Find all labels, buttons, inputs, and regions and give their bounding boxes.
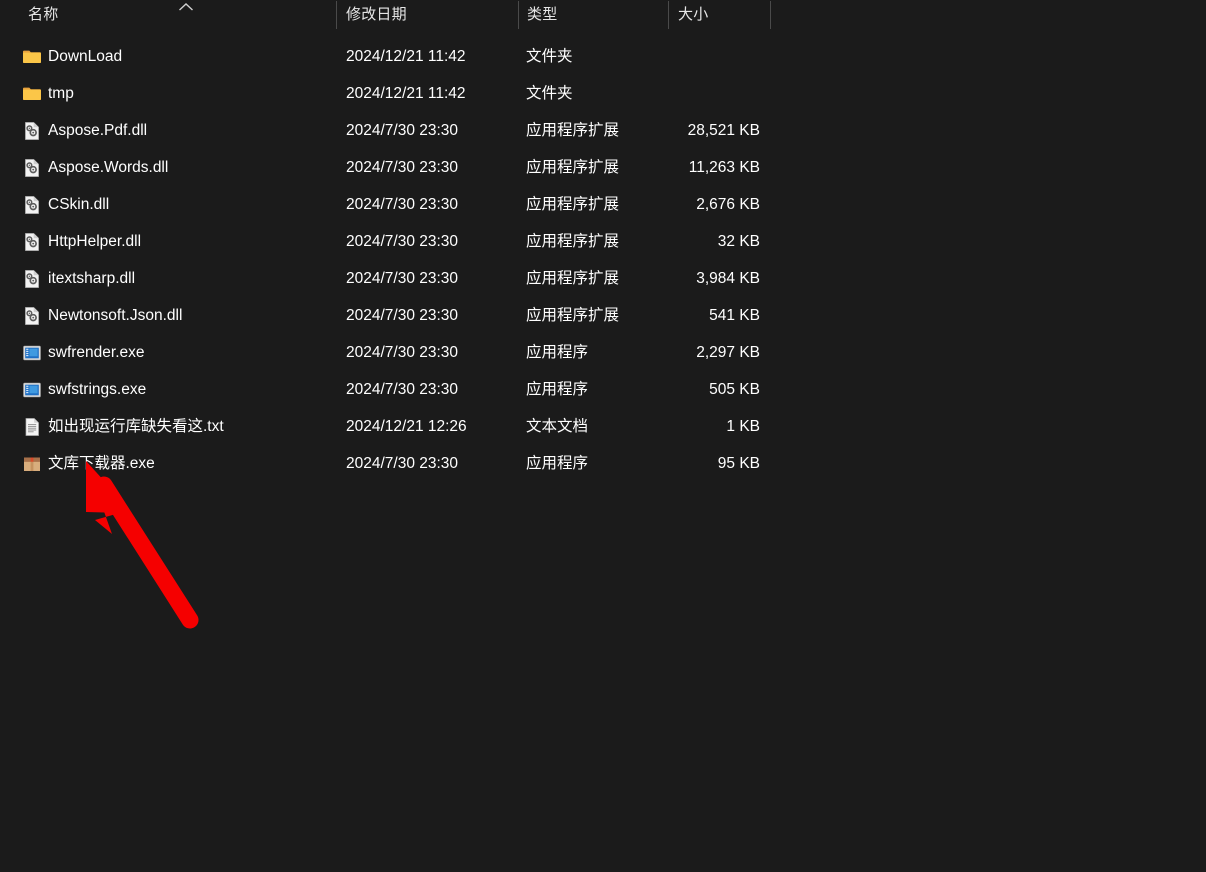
file-list: DownLoad 2024/12/21 11:42 文件夹 tmp 2024/12/2… xyxy=(0,38,1206,482)
file-type: 应用程序 xyxy=(526,455,589,472)
file-size xyxy=(600,75,760,112)
dll-file-icon xyxy=(22,232,42,252)
exe-app-icon xyxy=(22,380,42,400)
file-type: 应用程序 xyxy=(526,381,589,398)
file-date: 2024/7/30 23:30 xyxy=(346,196,459,213)
file-row[interactable]: itextsharp.dll 2024/7/30 23:30 应用程序扩展 3,984… xyxy=(0,260,1206,297)
file-name: CSkin.dll xyxy=(48,196,110,213)
file-row[interactable]: Newtonsoft.Json.dll 2024/7/30 23:30 应用程序扩展… xyxy=(0,297,1206,334)
exe-app-icon xyxy=(22,343,42,363)
file-row[interactable]: HttpHelper.dll 2024/7/30 23:30 应用程序扩展 32 KB xyxy=(0,223,1206,260)
file-date: 2024/7/30 23:30 xyxy=(346,307,459,324)
file-size: 541 KB xyxy=(709,307,760,324)
file-size: 3,984 KB xyxy=(696,270,760,287)
dll-file-icon xyxy=(22,121,42,141)
file-size: 2,297 KB xyxy=(696,344,760,361)
column-divider-3[interactable] xyxy=(668,1,669,29)
column-header-name[interactable]: 名称 xyxy=(28,0,58,30)
folder-icon xyxy=(22,47,42,67)
file-size: 32 KB xyxy=(717,233,760,250)
file-row[interactable]: tmp 2024/12/21 11:42 文件夹 xyxy=(0,75,1206,112)
file-size: 95 KB xyxy=(717,455,760,472)
file-name: 文库下载器.exe xyxy=(48,455,155,472)
column-header-type[interactable]: 类型 xyxy=(527,0,557,30)
file-name: Newtonsoft.Json.dll xyxy=(48,307,183,324)
file-explorer-window: 名称 修改日期 类型 大小 DownLoad 2024/12/21 11:42 文件… xyxy=(0,0,1206,872)
file-date: 2024/7/30 23:30 xyxy=(346,270,459,287)
file-name: 如出现运行库缺失看这.txt xyxy=(48,418,224,435)
file-size: 1 KB xyxy=(726,418,760,435)
file-row[interactable]: DownLoad 2024/12/21 11:42 文件夹 xyxy=(0,38,1206,75)
file-date: 2024/7/30 23:30 xyxy=(346,455,459,472)
dll-file-icon xyxy=(22,269,42,289)
file-size xyxy=(600,38,760,75)
file-name: HttpHelper.dll xyxy=(48,233,142,250)
file-row[interactable]: swfstrings.exe 2024/7/30 23:30 应用程序 505 KB xyxy=(0,371,1206,408)
file-name: swfstrings.exe xyxy=(48,381,147,398)
file-date: 2024/7/30 23:30 xyxy=(346,122,459,139)
file-row[interactable]: 文库下载器.exe 2024/7/30 23:30 应用程序 95 KB xyxy=(0,445,1206,482)
file-size: 11,263 KB xyxy=(688,159,760,176)
file-row[interactable]: 如出现运行库缺失看这.txt 2024/12/21 12:26 文本文档 1 KB xyxy=(0,408,1206,445)
file-date: 2024/12/21 11:42 xyxy=(346,48,466,65)
dll-file-icon xyxy=(22,195,42,215)
file-date: 2024/12/21 11:42 xyxy=(346,85,466,102)
ascending-chevron-icon xyxy=(178,2,194,12)
file-type: 文本文档 xyxy=(526,418,589,435)
text-file-icon xyxy=(22,417,42,437)
dll-file-icon xyxy=(22,306,42,326)
dll-file-icon xyxy=(22,158,42,178)
file-name: Aspose.Pdf.dll xyxy=(48,122,148,139)
file-name: Aspose.Words.dll xyxy=(48,159,169,176)
file-size: 505 KB xyxy=(709,381,760,398)
column-divider-2[interactable] xyxy=(518,1,519,29)
column-divider-1[interactable] xyxy=(336,1,337,29)
file-name: tmp xyxy=(48,85,74,102)
file-row[interactable]: CSkin.dll 2024/7/30 23:30 应用程序扩展 2,676 KB xyxy=(0,186,1206,223)
file-type: 应用程序 xyxy=(526,344,589,361)
file-type: 文件夹 xyxy=(526,48,573,65)
column-header-row: 名称 修改日期 类型 大小 xyxy=(0,0,1206,30)
file-date: 2024/7/30 23:30 xyxy=(346,159,459,176)
file-name: swfrender.exe xyxy=(48,344,145,361)
folder-icon xyxy=(22,84,42,104)
file-size: 28,521 KB xyxy=(687,122,760,139)
file-date: 2024/7/30 23:30 xyxy=(346,233,459,250)
column-header-size[interactable]: 大小 xyxy=(678,0,708,30)
package-app-icon xyxy=(22,454,42,474)
column-divider-4[interactable] xyxy=(770,1,771,29)
column-header-date[interactable]: 修改日期 xyxy=(346,0,407,30)
file-row[interactable]: Aspose.Pdf.dll 2024/7/30 23:30 应用程序扩展 28,52… xyxy=(0,112,1206,149)
file-date: 2024/7/30 23:30 xyxy=(346,381,459,398)
file-date: 2024/7/30 23:30 xyxy=(346,344,459,361)
file-row[interactable]: swfrender.exe 2024/7/30 23:30 应用程序 2,297 KB xyxy=(0,334,1206,371)
file-date: 2024/12/21 12:26 xyxy=(346,418,467,435)
file-name: itextsharp.dll xyxy=(48,270,136,287)
file-size: 2,676 KB xyxy=(696,196,760,213)
file-name: DownLoad xyxy=(48,48,123,65)
file-row[interactable]: Aspose.Words.dll 2024/7/30 23:30 应用程序扩展 11,… xyxy=(0,149,1206,186)
file-type: 文件夹 xyxy=(526,85,573,102)
